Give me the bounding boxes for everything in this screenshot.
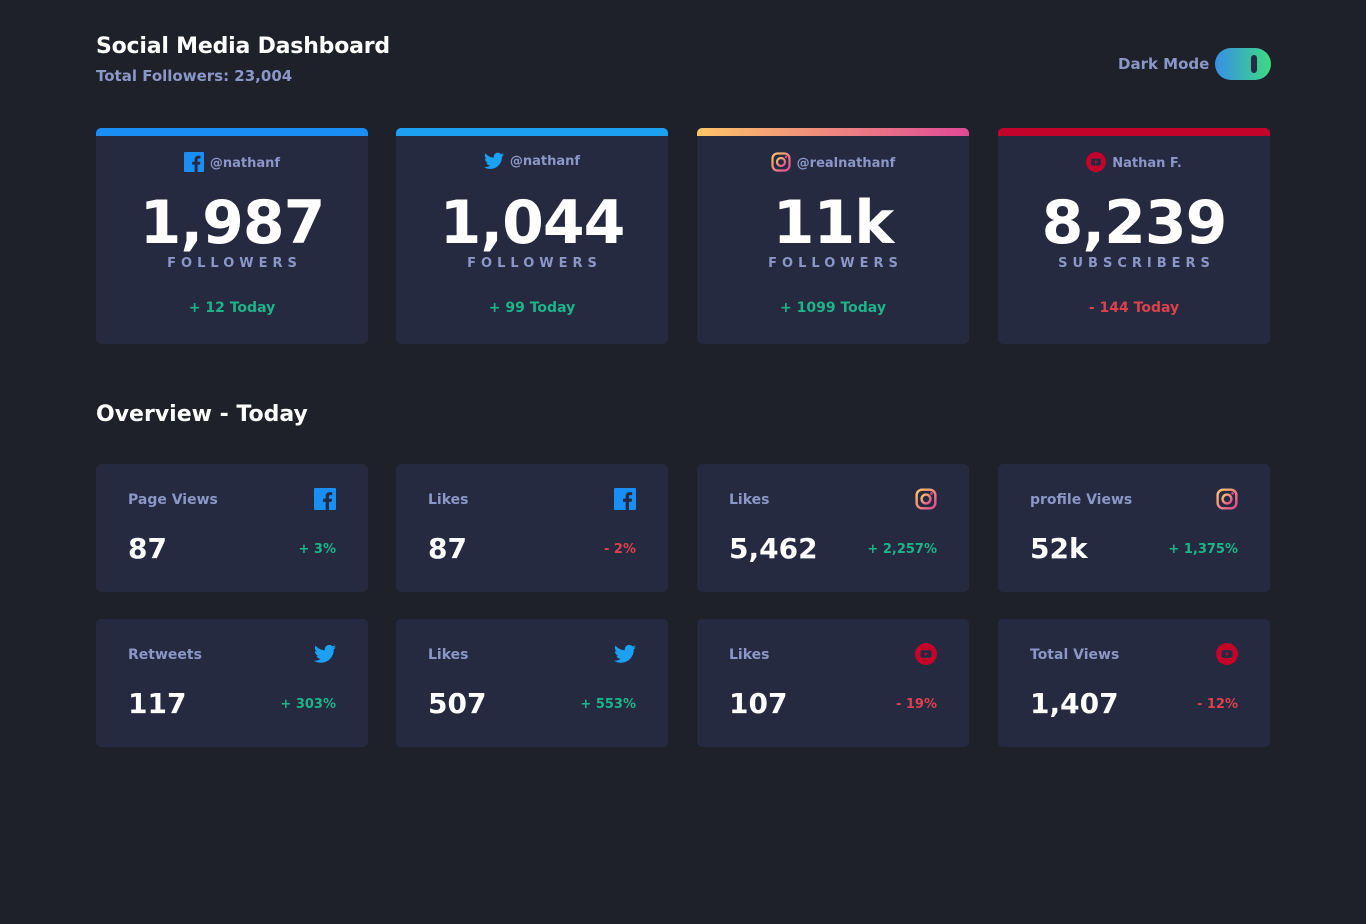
facebook-followers-card[interactable]: @nathanf 1,987 FOLLOWERS + 12 Today: [96, 128, 368, 344]
card-handle: @nathanf: [396, 152, 668, 170]
dark-mode-toggle[interactable]: [1215, 48, 1271, 80]
card-accent-bar: [697, 128, 969, 136]
overview-label: Likes: [729, 492, 770, 508]
card-accent-bar: [998, 128, 1270, 136]
card-unit: FOLLOWERS: [467, 256, 602, 271]
card-accent-bar: [396, 128, 668, 136]
dark-mode-label: Dark Mode: [1118, 55, 1210, 73]
youtube-subscribers-card[interactable]: Nathan F. 8,239 SUBSCRIBERS - 144 Today: [998, 128, 1270, 344]
card-unit: FOLLOWERS: [167, 256, 302, 271]
card-count: 1,044: [439, 188, 626, 258]
overview-label: Likes: [729, 647, 770, 663]
youtube-icon: [915, 643, 937, 665]
youtube-icon: [1216, 643, 1238, 665]
overview-value: 507: [428, 687, 487, 720]
youtube-icon: [1086, 152, 1107, 172]
overview-label: Retweets: [128, 647, 202, 663]
card-count: 11k: [772, 188, 894, 258]
overview-value: 87: [428, 532, 467, 565]
twitter-icon: [614, 644, 636, 663]
overview-value: 1,407: [1030, 687, 1119, 720]
card-handle-text: @realnathanf: [796, 156, 896, 171]
dashboard-page: Social Media Dashboard Total Followers: …: [0, 0, 1366, 924]
overview-change: + 303%: [280, 697, 336, 712]
card-count: 8,239: [1041, 188, 1228, 258]
toggle-knob[interactable]: [1251, 55, 1257, 73]
overview-value: 52k: [1030, 532, 1088, 565]
instagram-icon: [1216, 488, 1238, 510]
facebook-icon: [614, 488, 636, 510]
overview-change: + 3%: [298, 542, 337, 557]
overview-change: + 2,257%: [867, 542, 937, 557]
overview-value: 107: [729, 687, 788, 720]
overview-change: + 553%: [580, 697, 636, 712]
total-followers: Total Followers: 23,004: [96, 67, 293, 85]
card-change: + 1099 Today: [780, 300, 886, 316]
instagram-followers-card[interactable]: @realnathanf 11k FOLLOWERS + 1099 Today: [697, 128, 969, 344]
overview-card-youtube-likes[interactable]: Likes 107 - 19%: [697, 619, 969, 747]
overview-card-twitter-retweets[interactable]: Retweets 117 + 303%: [96, 619, 368, 747]
instagram-icon: [771, 152, 791, 172]
twitter-followers-card[interactable]: @nathanf 1,044 FOLLOWERS + 99 Today: [396, 128, 668, 344]
instagram-icon: [915, 488, 937, 510]
card-unit: SUBSCRIBERS: [1058, 256, 1215, 271]
facebook-icon: [183, 152, 204, 172]
overview-card-facebook-likes[interactable]: Likes 87 - 2%: [396, 464, 668, 592]
overview-label: Likes: [428, 647, 469, 663]
twitter-icon: [314, 644, 336, 663]
card-count: 1,987: [139, 188, 326, 258]
card-unit: FOLLOWERS: [768, 256, 903, 271]
card-accent-bar: [96, 128, 368, 136]
card-handle: Nathan F.: [998, 152, 1270, 172]
overview-value: 87: [128, 532, 167, 565]
overview-label: Total Views: [1030, 647, 1120, 663]
card-handle-text: @nathanf: [209, 156, 281, 171]
overview-change: - 19%: [895, 697, 937, 712]
overview-card-instagram-likes[interactable]: Likes 5,462 + 2,257%: [697, 464, 969, 592]
card-handle: @nathanf: [96, 152, 368, 172]
card-change: + 12 Today: [188, 300, 276, 316]
overview-label: profile Views: [1030, 492, 1133, 508]
overview-label: Page Views: [128, 492, 218, 508]
overview-value: 117: [128, 687, 187, 720]
twitter-icon: [483, 152, 504, 169]
overview-card-twitter-likes[interactable]: Likes 507 + 553%: [396, 619, 668, 747]
page-title: Social Media Dashboard: [96, 34, 390, 59]
overview-card-facebook-page-views[interactable]: Page Views 87 + 3%: [96, 464, 368, 592]
card-change: + 99 Today: [488, 300, 576, 316]
card-change: - 144 Today: [1088, 300, 1180, 316]
overview-card-youtube-total-views[interactable]: Total Views 1,407 - 12%: [998, 619, 1270, 747]
overview-card-instagram-profile-views[interactable]: profile Views 52k + 1,375%: [998, 464, 1270, 592]
overview-change: - 2%: [604, 542, 636, 557]
card-handle: @realnathanf: [697, 152, 969, 172]
card-handle-text: Nathan F.: [1112, 156, 1182, 171]
overview-value: 5,462: [729, 532, 818, 565]
facebook-icon: [314, 488, 336, 510]
overview-change: - 12%: [1196, 697, 1238, 712]
overview-title: Overview - Today: [96, 402, 308, 427]
overview-label: Likes: [428, 492, 469, 508]
overview-change: + 1,375%: [1168, 542, 1238, 557]
card-handle-text: @nathanf: [509, 154, 581, 169]
